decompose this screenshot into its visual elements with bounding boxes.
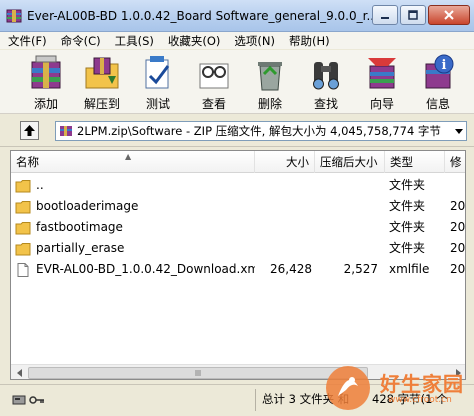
disk-icon: [12, 395, 26, 405]
title-bar[interactable]: Ever-AL00B-BD 1.0.0.42_Board Software_ge…: [0, 0, 474, 32]
address-combo[interactable]: 2LPM.zip\Software - ZIP 压缩文件, 解包大小为 4,04…: [55, 121, 467, 141]
status-separator: [255, 389, 256, 411]
file-size: [255, 175, 312, 196]
file-modified: 20: [450, 220, 466, 234]
file-row[interactable]: bootloaderimage 文件夹 20: [11, 196, 466, 217]
column-modified[interactable]: 修: [445, 151, 465, 173]
svg-text:i: i: [442, 58, 447, 73]
menu-file[interactable]: 文件(F): [0, 33, 53, 49]
file-row[interactable]: EVR-AL00-BD_1.0.0.42_Download.xml 26,428 2…: [11, 259, 466, 280]
extract-to-icon: [85, 57, 119, 89]
file-name: fastbootimage: [36, 220, 123, 234]
archive-icon: [60, 126, 72, 136]
horizontal-scrollbar[interactable]: [11, 364, 465, 379]
column-size[interactable]: 大小: [255, 151, 315, 173]
folder-icon: [15, 242, 31, 255]
column-type[interactable]: 类型: [385, 151, 445, 173]
file-packed-size: [316, 196, 378, 217]
folder-icon: [15, 200, 31, 213]
window-title: Ever-AL00B-BD 1.0.0.42_Board Software_ge…: [27, 8, 372, 23]
file-icon: [17, 262, 29, 277]
file-modified: [450, 175, 465, 196]
scrollbar-thumb[interactable]: [28, 367, 368, 379]
delete-button[interactable]: 删除: [242, 50, 298, 114]
wizard-icon: [368, 58, 396, 89]
file-name: EVR-AL00-BD_1.0.0.42_Download.xml: [36, 262, 255, 276]
test-icon: [145, 56, 170, 89]
file-type: 文件夹: [389, 241, 426, 255]
sort-ascending-icon: ▲: [125, 152, 132, 161]
file-size: 26,428: [270, 262, 312, 276]
maximize-button[interactable]: [400, 5, 426, 25]
file-row[interactable]: fastbootimage 文件夹 20: [11, 217, 466, 238]
minimize-icon: [381, 17, 389, 19]
file-size: [255, 217, 312, 238]
address-bar: 2LPM.zip\Software - ZIP 压缩文件, 解包大小为 4,04…: [0, 115, 474, 147]
find-button[interactable]: 查找: [298, 50, 354, 114]
file-packed-size: 2,527: [343, 262, 378, 276]
file-type: xmlfile: [389, 262, 430, 276]
file-name: bootloaderimage: [36, 199, 139, 213]
wizard-button[interactable]: 向导: [354, 50, 410, 114]
file-packed-size: [316, 175, 378, 196]
file-modified: 20: [450, 262, 466, 276]
toolbar: 添加 解压到 测试 查看 删除 查找 向导 i 信息: [0, 50, 474, 114]
file-name: ..: [36, 178, 44, 192]
key-icon: [29, 396, 44, 404]
file-list: 名称 ▲ 大小 压缩后大小 类型 修 .. 文件夹 bootloaderimage 文…: [10, 150, 466, 380]
file-packed-size: [316, 217, 378, 238]
file-size: [255, 238, 312, 259]
extract-to-button[interactable]: 解压到: [74, 50, 130, 114]
file-size: [255, 196, 312, 217]
folder-icon: [15, 221, 31, 234]
status-bar: 总计 3 文件夹 和 428 字节(1 个: [0, 384, 474, 416]
menu-options[interactable]: 选项(N): [226, 33, 281, 49]
file-modified: 20: [450, 199, 466, 213]
column-packed-size[interactable]: 压缩后大小: [315, 151, 385, 173]
status-selection: 428 字节(1 个: [372, 392, 448, 406]
address-path: 2LPM.zip\Software - ZIP 压缩文件, 解包大小为 4,04…: [77, 124, 441, 138]
status-summary: 总计 3 文件夹 和: [262, 392, 350, 406]
add-icon: [31, 55, 61, 89]
winrar-app-icon: [6, 8, 22, 24]
view-icon: [199, 63, 229, 89]
dropdown-arrow-icon[interactable]: [454, 126, 464, 136]
close-icon: [444, 10, 454, 20]
file-type: 文件夹: [389, 178, 426, 192]
file-type: 文件夹: [389, 199, 426, 213]
maximize-icon: [408, 10, 418, 20]
file-modified: 20: [450, 241, 466, 255]
file-packed-size: [316, 238, 378, 259]
list-header: 名称 ▲ 大小 压缩后大小 类型 修: [11, 151, 465, 173]
menu-commands[interactable]: 命令(C): [53, 33, 107, 49]
delete-icon: [258, 62, 282, 91]
find-icon: [313, 62, 339, 90]
up-arrow-icon: [24, 125, 35, 136]
scroll-right-icon[interactable]: [451, 367, 465, 379]
file-row[interactable]: partially_erase 文件夹 20: [11, 238, 466, 259]
menu-tools[interactable]: 工具(S): [107, 33, 160, 49]
file-name: partially_erase: [36, 241, 125, 255]
info-icon: i: [425, 54, 454, 89]
folder-icon: [15, 179, 31, 192]
close-button[interactable]: [428, 5, 470, 25]
menu-favorites[interactable]: 收藏夹(O): [160, 33, 227, 49]
info-button[interactable]: i 信息: [410, 50, 466, 114]
file-type: 文件夹: [389, 220, 426, 234]
minimize-button[interactable]: [372, 5, 398, 25]
up-folder-button[interactable]: [20, 121, 39, 140]
column-name[interactable]: 名称: [11, 151, 255, 173]
view-button[interactable]: 查看: [186, 50, 242, 114]
scroll-left-icon[interactable]: [13, 367, 27, 379]
menu-help[interactable]: 帮助(H): [281, 33, 336, 49]
test-button[interactable]: 测试: [130, 50, 186, 114]
file-row[interactable]: .. 文件夹: [11, 175, 465, 196]
add-button[interactable]: 添加: [18, 50, 74, 114]
menu-bar: 文件(F) 命令(C) 工具(S) 收藏夹(O) 选项(N) 帮助(H): [0, 32, 474, 49]
